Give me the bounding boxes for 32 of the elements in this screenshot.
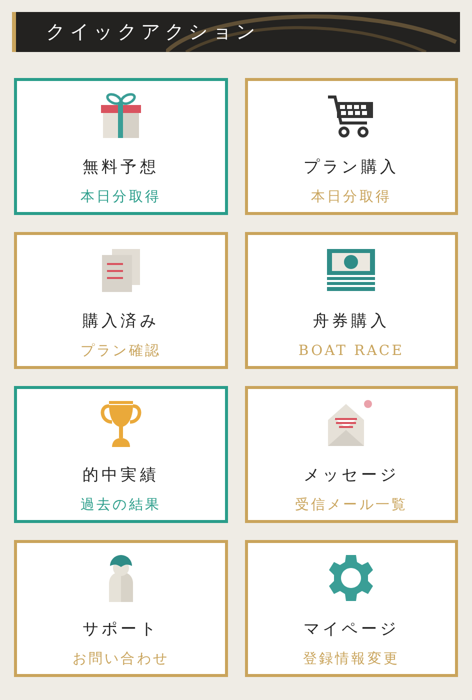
banknote-icon xyxy=(326,248,376,292)
action-card[interactable]: 的中実績 過去の結果 xyxy=(14,386,228,523)
card-title: 舟券購入 xyxy=(312,310,390,332)
card-title: 購入済み xyxy=(82,310,160,332)
card-subtitle: 過去の結果 xyxy=(80,496,161,515)
action-card[interactable]: 無料予想 本日分取得 xyxy=(14,78,228,215)
card-subtitle: 登録情報変更 xyxy=(302,650,400,669)
trophy-icon xyxy=(98,400,143,448)
action-card[interactable]: マイページ 登録情報変更 xyxy=(244,540,458,677)
action-card[interactable]: プラン購入 本日分取得 xyxy=(244,78,458,215)
cart-icon xyxy=(327,94,376,138)
card-subtitle: プラン確認 xyxy=(80,342,161,361)
card-title: マイページ xyxy=(303,618,400,640)
action-card[interactable]: 購入済み プラン確認 xyxy=(14,232,228,369)
action-card[interactable]: 舟券購入 BOAT RACE xyxy=(244,232,458,369)
card-subtitle: 本日分取得 xyxy=(311,188,392,207)
section-title: クイックアクション xyxy=(46,20,260,45)
card-title: 無料予想 xyxy=(82,156,160,178)
action-card[interactable]: サポート お問い合わせ xyxy=(14,540,228,677)
card-title: 的中実績 xyxy=(82,464,160,486)
settings-icon xyxy=(327,554,376,602)
action-card[interactable]: メッセージ 受信メール一覧 xyxy=(244,386,458,523)
card-subtitle: 本日分取得 xyxy=(80,188,161,207)
card-title: プラン購入 xyxy=(303,156,400,178)
card-subtitle: お問い合わせ xyxy=(72,650,170,669)
card-title: サポート xyxy=(82,618,160,640)
card-subtitle: 受信メール一覧 xyxy=(294,496,408,515)
card-title: メッセージ xyxy=(303,464,400,486)
gift-icon xyxy=(100,93,142,139)
document-icon xyxy=(100,247,142,293)
card-subtitle: BOAT RACE xyxy=(298,342,404,361)
brush-stroke-icon xyxy=(166,12,460,52)
